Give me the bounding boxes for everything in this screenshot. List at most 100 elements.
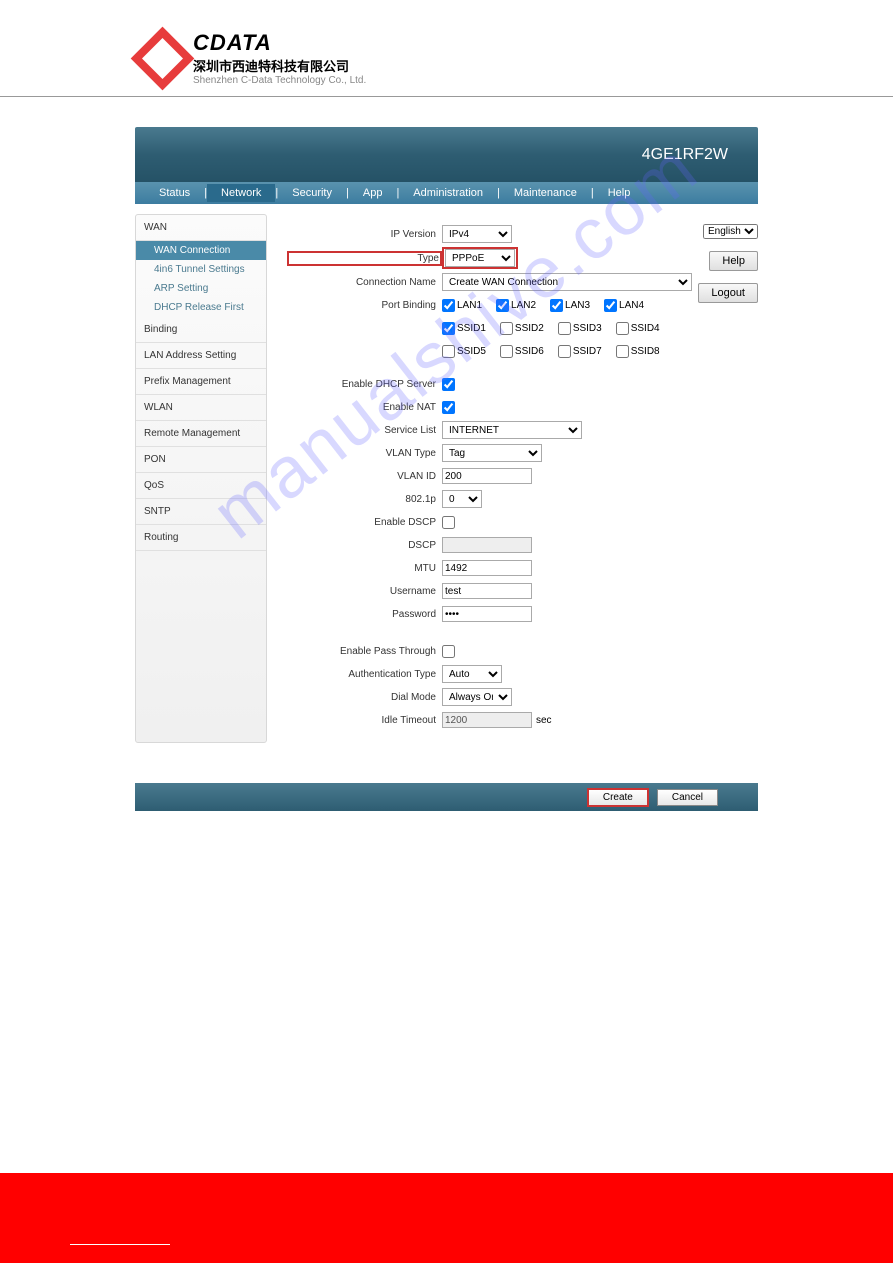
- sidebar-item-dhcp-release[interactable]: DHCP Release First: [136, 298, 266, 317]
- sidebar-section-binding[interactable]: Binding: [136, 317, 266, 343]
- port-binding-label: Port Binding: [287, 300, 442, 311]
- enable-nat-label: Enable NAT: [287, 402, 442, 413]
- port-ssid8-checkbox[interactable]: [616, 345, 629, 358]
- dscp-input: [442, 537, 532, 553]
- menu-network[interactable]: Network: [207, 184, 275, 202]
- vlan-type-select[interactable]: Tag: [442, 444, 542, 462]
- port-ssid3-checkbox[interactable]: [558, 322, 571, 335]
- port-ssid3[interactable]: SSID3: [558, 322, 602, 335]
- sidebar-section-prefix[interactable]: Prefix Management: [136, 369, 266, 395]
- footer-bar: Create Cancel: [135, 783, 758, 811]
- logo-header: CDATA 深圳市西迪特科技有限公司 Shenzhen C-Data Techn…: [0, 0, 893, 97]
- connection-name-select[interactable]: Create WAN Connection: [442, 273, 692, 291]
- username-input[interactable]: [442, 583, 532, 599]
- enable-dscp-checkbox[interactable]: [442, 516, 455, 529]
- sidebar-section-routing[interactable]: Routing: [136, 525, 266, 551]
- idle-timeout-unit: sec: [536, 715, 552, 726]
- pass-through-checkbox[interactable]: [442, 645, 455, 658]
- port-ssid1[interactable]: SSID1: [442, 322, 486, 335]
- port-ssid7-checkbox[interactable]: [558, 345, 571, 358]
- port-ssid8[interactable]: SSID8: [616, 345, 660, 358]
- red-footer: [0, 1173, 893, 1263]
- sidebar-section-qos[interactable]: QoS: [136, 473, 266, 499]
- type-select[interactable]: PPPoE: [445, 249, 515, 267]
- port-lan4-checkbox[interactable]: [604, 299, 617, 312]
- port-ssid4[interactable]: SSID4: [616, 322, 660, 335]
- enable-nat-checkbox[interactable]: [442, 401, 455, 414]
- ip-version-label: IP Version: [287, 229, 442, 240]
- port-lan4[interactable]: LAN4: [604, 299, 644, 312]
- username-label: Username: [287, 586, 442, 597]
- dscp-label: DSCP: [287, 540, 442, 551]
- vlan-id-input[interactable]: [442, 468, 532, 484]
- 8021p-select[interactable]: 0: [442, 490, 482, 508]
- logo-brand: CDATA: [193, 30, 366, 56]
- service-list-label: Service List: [287, 425, 442, 436]
- cancel-button[interactable]: Cancel: [657, 789, 718, 806]
- port-ssid2[interactable]: SSID2: [500, 322, 544, 335]
- sidebar-section-sntp[interactable]: SNTP: [136, 499, 266, 525]
- port-ssid2-checkbox[interactable]: [500, 322, 513, 335]
- form-panel: English Help Logout IP Version IPv4 Type…: [267, 214, 758, 743]
- logo-text: CDATA 深圳市西迪特科技有限公司 Shenzhen C-Data Techn…: [193, 30, 366, 86]
- logout-button[interactable]: Logout: [698, 283, 758, 303]
- port-ssid5-checkbox[interactable]: [442, 345, 455, 358]
- menu-status[interactable]: Status: [145, 184, 204, 202]
- create-button[interactable]: Create: [587, 788, 649, 807]
- enable-dhcp-checkbox[interactable]: [442, 378, 455, 391]
- menu-administration[interactable]: Administration: [399, 184, 497, 202]
- device-title: 4GE1RF2W: [642, 146, 728, 164]
- auth-type-select[interactable]: Auto: [442, 665, 502, 683]
- logo-icon: [131, 26, 195, 90]
- port-ssid1-checkbox[interactable]: [442, 322, 455, 335]
- port-lan3-checkbox[interactable]: [550, 299, 563, 312]
- title-bar: 4GE1RF2W: [135, 127, 758, 182]
- 8021p-label: 802.1p: [287, 494, 442, 505]
- service-list-select[interactable]: INTERNET: [442, 421, 582, 439]
- logo-chinese: 深圳市西迪特科技有限公司: [193, 56, 366, 75]
- sidebar: WAN WAN Connection 4in6 Tunnel Settings …: [135, 214, 267, 743]
- ip-version-select[interactable]: IPv4: [442, 225, 512, 243]
- enable-dscp-label: Enable DSCP: [287, 517, 442, 528]
- sidebar-section-pon[interactable]: PON: [136, 447, 266, 473]
- help-button[interactable]: Help: [709, 251, 758, 271]
- port-ssid7[interactable]: SSID7: [558, 345, 602, 358]
- port-ssid6[interactable]: SSID6: [500, 345, 544, 358]
- enable-dhcp-label: Enable DHCP Server: [287, 379, 442, 390]
- mtu-input[interactable]: [442, 560, 532, 576]
- type-label: Type: [287, 251, 442, 266]
- password-input[interactable]: [442, 606, 532, 622]
- vlan-type-label: VLAN Type: [287, 448, 442, 459]
- language-select[interactable]: English: [703, 224, 758, 239]
- menu-help[interactable]: Help: [594, 184, 645, 202]
- port-lan1[interactable]: LAN1: [442, 299, 482, 312]
- port-ssid6-checkbox[interactable]: [500, 345, 513, 358]
- menu-maintenance[interactable]: Maintenance: [500, 184, 591, 202]
- port-lan2-checkbox[interactable]: [496, 299, 509, 312]
- sidebar-section-wan[interactable]: WAN: [136, 215, 266, 241]
- port-ssid4-checkbox[interactable]: [616, 322, 629, 335]
- port-lan3[interactable]: LAN3: [550, 299, 590, 312]
- mtu-label: MTU: [287, 563, 442, 574]
- sidebar-item-4in6[interactable]: 4in6 Tunnel Settings: [136, 260, 266, 279]
- sidebar-item-arp[interactable]: ARP Setting: [136, 279, 266, 298]
- logo-english: Shenzhen C-Data Technology Co., Ltd.: [193, 75, 366, 86]
- connection-name-label: Connection Name: [287, 277, 442, 288]
- dial-mode-label: Dial Mode: [287, 692, 442, 703]
- pass-through-label: Enable Pass Through: [287, 646, 442, 657]
- sidebar-section-remote[interactable]: Remote Management: [136, 421, 266, 447]
- main-menu: Status | Network | Security | App | Admi…: [135, 182, 758, 204]
- sidebar-section-lan[interactable]: LAN Address Setting: [136, 343, 266, 369]
- red-footer-line: [70, 1244, 170, 1245]
- sidebar-section-wlan[interactable]: WLAN: [136, 395, 266, 421]
- sidebar-item-wan-connection[interactable]: WAN Connection: [136, 241, 266, 260]
- vlan-id-label: VLAN ID: [287, 471, 442, 482]
- port-ssid5[interactable]: SSID5: [442, 345, 486, 358]
- idle-timeout-label: Idle Timeout: [287, 715, 442, 726]
- port-lan1-checkbox[interactable]: [442, 299, 455, 312]
- port-lan2[interactable]: LAN2: [496, 299, 536, 312]
- dial-mode-select[interactable]: Always Or: [442, 688, 512, 706]
- auth-type-label: Authentication Type: [287, 669, 442, 680]
- menu-app[interactable]: App: [349, 184, 397, 202]
- menu-security[interactable]: Security: [278, 184, 346, 202]
